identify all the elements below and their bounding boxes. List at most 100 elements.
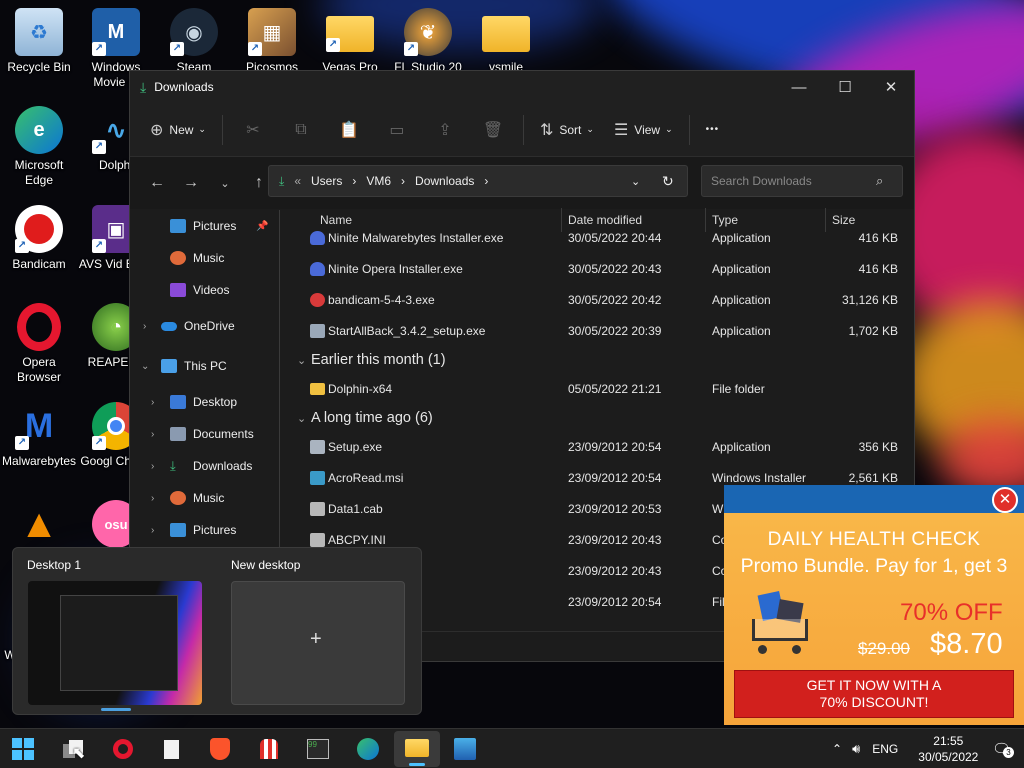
maximize-button[interactable]: ☐ [822, 71, 868, 103]
brave-icon [210, 738, 230, 760]
nav-music-pc[interactable]: › Music [130, 482, 279, 514]
refresh-icon[interactable]: ↻ [662, 173, 674, 190]
desktop-icon-malwarebytes[interactable]: M ↗ Malwarebytes [1, 402, 77, 469]
taskbar-app-99[interactable]: 99 [305, 736, 331, 762]
paste-button[interactable]: 📋 [325, 114, 373, 146]
ini-file-icon [310, 533, 325, 547]
nav-downloads[interactable]: › ⤓ Downloads [130, 450, 279, 482]
recent-locations-button[interactable]: ⌄ [208, 177, 242, 190]
nav-documents[interactable]: › Documents [130, 418, 279, 450]
command-bar: ⊕ New ⌄ ✂ ⧉ 📋 ▭ ⇪ 🗑 ⇅ Sort ⌄ ☰ View ⌄ ••• [130, 103, 914, 157]
edge-icon [357, 738, 379, 760]
delete-button[interactable]: 🗑 [469, 114, 517, 146]
taskbar-winrar[interactable] [452, 736, 478, 762]
file-row[interactable]: bandicam-5-4-3.exe 30/05/2022 20:42 Appl… [290, 285, 915, 316]
address-bar[interactable]: ⤓ « Users › VM6 › Downloads › ⌄ ↻ [268, 165, 688, 197]
close-button[interactable]: ✕ [868, 71, 914, 103]
chevron-right-icon[interactable]: › [151, 397, 154, 408]
nav-this-pc[interactable]: ⌄ This PC [130, 346, 279, 386]
file-row[interactable]: Ninite Opera Installer.exe 30/05/2022 20… [290, 254, 915, 285]
start-button[interactable] [10, 736, 36, 762]
desktop-icon-steam[interactable]: ◉ ↗ Steam [156, 8, 232, 75]
chevron-right-icon[interactable]: › [151, 525, 154, 536]
taskbar-file-explorer[interactable] [394, 731, 440, 767]
desktop-icon-bandicam[interactable]: ↗ Bandicam [1, 205, 77, 272]
group-earlier-this-month[interactable]: ⌄ Earlier this month (1) [290, 347, 915, 374]
new-desktop-label: New desktop [231, 558, 301, 572]
desktop-icon-opera[interactable]: Opera Browser [1, 303, 77, 385]
nav-music[interactable]: Music [130, 242, 279, 274]
cut-button[interactable]: ✂ [229, 114, 277, 146]
group-long-time-ago[interactable]: ⌄ A long time ago (6) [290, 405, 915, 432]
share-button[interactable]: ⇪ [421, 114, 469, 146]
nav-pictures-pc[interactable]: › Pictures [130, 514, 279, 546]
desktop-icon-vlc[interactable]: ▲ [1, 500, 77, 552]
breadcrumb-vm6[interactable]: VM6 [366, 174, 391, 188]
desktop-icon-vegas-pro[interactable]: ↗ Vegas Pro [312, 8, 388, 75]
popcorn-icon [260, 739, 278, 759]
nav-pictures[interactable]: Pictures 📌 [130, 210, 279, 242]
plus-icon: + [310, 628, 322, 650]
chevron-down-icon[interactable]: ⌄ [141, 361, 149, 372]
desktop-icon-picosmos[interactable]: ▦ ↗ Picosmos [234, 8, 310, 75]
volume-icon[interactable]: 🔊︎ [852, 741, 860, 757]
nav-videos[interactable]: Videos [130, 274, 279, 306]
chevron-right-icon[interactable]: › [151, 493, 154, 504]
desktop-icon-edge[interactable]: e Microsoft Edge [1, 106, 77, 188]
search-icon[interactable]: ⌕ [876, 173, 883, 189]
ad-discount: 70% OFF [900, 599, 1003, 626]
taskbar-opera[interactable] [110, 736, 136, 762]
more-options-button[interactable]: ••• [696, 114, 730, 146]
chevron-right-icon[interactable]: › [151, 461, 154, 472]
fl-studio-icon: ❦ ↗ [404, 8, 452, 56]
show-hidden-icons-chevron[interactable]: ⌃ [832, 742, 842, 756]
breadcrumb-users[interactable]: Users [311, 174, 342, 188]
desktop-icon-fl-studio[interactable]: ❦ ↗ FL Studio 20 [390, 8, 466, 75]
ad-subline: Promo Bundle. Pay for 1, get 3 [740, 555, 1008, 577]
new-desktop-button[interactable]: + [231, 581, 405, 705]
file-row[interactable]: Dolphin-x64 05/05/2022 21:21 File folder [290, 374, 915, 405]
nav-onedrive[interactable]: › OneDrive [130, 306, 279, 346]
downloads-icon: ⤓ [140, 78, 147, 95]
folder-icon [310, 383, 325, 395]
chevron-right-icon[interactable]: › [143, 321, 146, 332]
plus-circle-icon: ⊕ [150, 121, 164, 139]
input-language[interactable]: ENG [872, 742, 898, 756]
desktop-icon-vsmile[interactable]: vsmile [468, 8, 544, 75]
desktop-1-thumbnail[interactable] [28, 581, 202, 705]
breadcrumb-overflow[interactable]: « [294, 174, 301, 188]
taskbar-notepad[interactable] [158, 736, 184, 762]
bandicam-icon: ↗ [15, 205, 63, 253]
sort-button[interactable]: ⇅ Sort ⌄ [530, 114, 604, 146]
taskbar-brave[interactable] [207, 736, 233, 762]
address-dropdown-icon[interactable]: ⌄ [631, 175, 640, 188]
copy-button[interactable]: ⧉ [277, 114, 325, 146]
taskbar-edge[interactable] [355, 736, 381, 762]
notification-center-button[interactable]: 🗨︎ 3 [992, 740, 1014, 758]
taskbar-popcorn[interactable] [256, 736, 282, 762]
back-button[interactable]: ← [140, 174, 174, 192]
breadcrumb-downloads[interactable]: Downloads [415, 174, 474, 188]
file-row[interactable]: Ninite Malwarebytes Installer.exe 30/05/… [290, 223, 915, 254]
clock-time: 21:55 [933, 734, 964, 748]
desktop-icon-recycle-bin[interactable]: ♻ Recycle Bin [1, 8, 77, 75]
forward-button[interactable]: → [174, 174, 208, 192]
title-bar[interactable]: ⤓ Downloads — ☐ ✕ [130, 71, 914, 103]
file-row[interactable]: Setup.exe 23/09/2012 20:54 Application 3… [290, 432, 915, 463]
search-input[interactable] [711, 174, 876, 188]
view-button[interactable]: ☰ View ⌄ [604, 114, 683, 146]
ad-cta-button[interactable]: GET IT NOW WITH A 70% DISCOUNT! [734, 670, 1014, 718]
pin-icon: 📌 [256, 220, 269, 232]
minimize-button[interactable]: — [776, 71, 822, 103]
ad-close-button[interactable]: ✕ [992, 487, 1018, 513]
rename-button[interactable]: ▭ [373, 114, 421, 146]
chevron-right-icon[interactable]: › [151, 429, 154, 440]
edge-icon: e [15, 106, 63, 154]
clock[interactable]: 21:55 30/05/2022 [918, 733, 978, 765]
advertisement-popup[interactable]: ✕ DAILY HEALTH CHECK Promo Bundle. Pay f… [724, 485, 1024, 725]
search-box[interactable]: ⌕ [701, 165, 903, 197]
new-button[interactable]: ⊕ New ⌄ [140, 114, 216, 146]
nav-desktop[interactable]: › Desktop [130, 386, 279, 418]
file-row[interactable]: StartAllBack_3.4.2_setup.exe 30/05/2022 … [290, 316, 915, 347]
malwarebytes-icon: M ↗ [15, 402, 63, 450]
